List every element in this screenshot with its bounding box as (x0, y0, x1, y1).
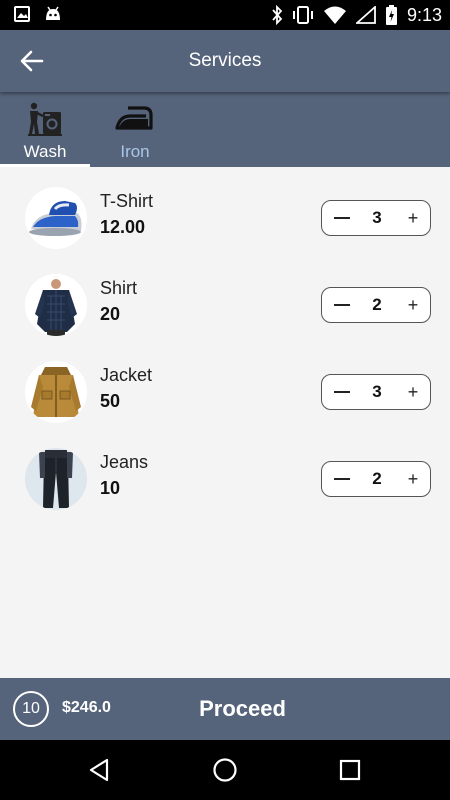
proceed-button[interactable]: Proceed (175, 693, 310, 725)
item-image-shirt (25, 274, 87, 336)
decrement-button[interactable] (332, 468, 352, 490)
item-name: Jeans (100, 452, 149, 472)
jacket-photo (25, 361, 87, 423)
item-name: Jacket (100, 365, 153, 385)
item-name: T-Shirt (100, 191, 154, 211)
decrement-button[interactable] (332, 207, 352, 229)
increment-button[interactable]: + (402, 205, 424, 231)
order-total: $246.0 (62, 699, 111, 716)
signal-icon (355, 6, 376, 24)
page-title: Services (188, 50, 262, 71)
item-name: Shirt (100, 278, 138, 298)
list-item: Jacket 50 3 + (0, 361, 450, 431)
system-nav-bar (0, 740, 450, 800)
nav-recents-button[interactable] (335, 755, 365, 785)
image-icon (14, 6, 30, 22)
vibrate-icon (292, 6, 313, 24)
tab-wash[interactable]: Wash (0, 92, 90, 167)
item-image-jeans (25, 448, 87, 510)
service-item-list: T-Shirt 12.00 3 + Shirt 20 2 + Jacket 50… (0, 167, 450, 678)
iron-icon (115, 106, 153, 130)
quantity-stepper: 2 + (321, 461, 431, 497)
decrement-button[interactable] (332, 381, 352, 403)
tab-iron[interactable]: Iron (90, 92, 180, 167)
quantity-stepper: 2 + (321, 287, 431, 323)
list-item: Shirt 20 2 + (0, 274, 450, 344)
nav-back-button[interactable] (84, 755, 114, 785)
minus-icon (334, 478, 350, 480)
tab-label-wash: Wash (23, 142, 67, 161)
tab-bar: Wash Iron (0, 92, 450, 167)
quantity-value: 3 (372, 208, 382, 227)
tab-label-iron: Iron (120, 142, 150, 161)
minus-icon (334, 391, 350, 393)
increment-button[interactable]: + (402, 466, 424, 492)
checkout-bar: 10 $246.0 Proceed (0, 678, 450, 740)
jeans-photo (25, 448, 87, 510)
bluetooth-icon (272, 5, 283, 25)
item-price: 12.00 (100, 217, 146, 237)
wifi-icon (323, 6, 346, 24)
circle-home-icon (213, 758, 237, 782)
triangle-back-icon (89, 758, 109, 782)
increment-button[interactable]: + (402, 379, 424, 405)
square-recents-icon (339, 759, 361, 781)
nav-home-button[interactable] (210, 755, 240, 785)
item-image-jacket (25, 361, 87, 423)
app-bar: Services (0, 30, 450, 92)
decrement-button[interactable] (332, 294, 352, 316)
status-bar: 9:13 (0, 0, 450, 30)
clothes-iron-photo (25, 187, 87, 249)
item-price: 10 (100, 478, 121, 498)
item-price: 20 (100, 304, 121, 324)
quantity-stepper: 3 + (321, 374, 431, 410)
washing-icon (28, 102, 62, 136)
minus-icon (334, 217, 350, 219)
item-count-badge: 10 (13, 691, 49, 727)
minus-icon (334, 304, 350, 306)
quantity-stepper: 3 + (321, 200, 431, 236)
list-item: T-Shirt 12.00 3 + (0, 187, 450, 257)
item-image-iron (25, 187, 87, 249)
quantity-value: 3 (372, 382, 382, 401)
quantity-value: 2 (372, 469, 382, 488)
list-item: Jeans 10 2 + (0, 448, 450, 518)
quantity-value: 2 (372, 295, 382, 314)
status-time: 9:13 (406, 4, 442, 25)
item-price: 50 (100, 391, 121, 411)
android-icon (46, 6, 60, 20)
shirt-photo (25, 274, 87, 336)
increment-button[interactable]: + (402, 292, 424, 318)
battery-charging-icon (385, 5, 397, 25)
